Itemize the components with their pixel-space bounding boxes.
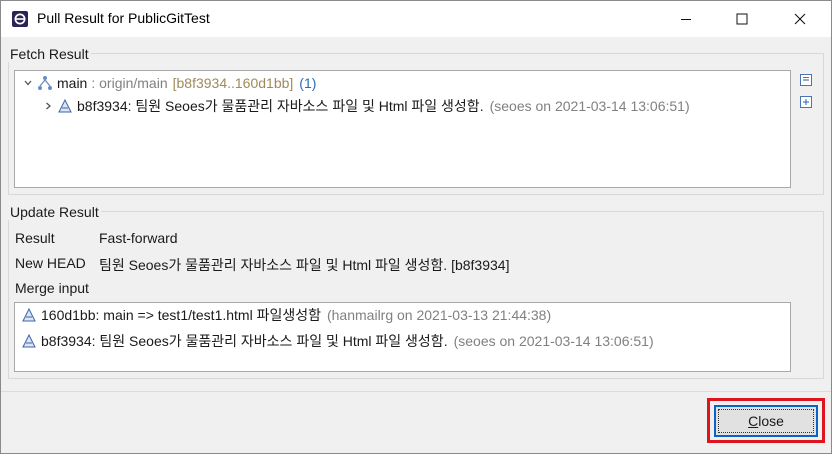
chevron-down-icon[interactable]	[21, 78, 35, 88]
branch-tracking: : origin/main	[91, 75, 168, 91]
list-item[interactable]: b8f3934: 팀원 Seoes가 물품관리 자바소스 파일 및 Html 파…	[19, 330, 654, 352]
pull-result-dialog: Pull Result for PublicGitTest Fetch Resu…	[0, 0, 832, 454]
merge-item-text: 160d1bb: main => test1/test1.html 파일생성함	[41, 307, 321, 323]
merge-input-label: Merge input	[15, 280, 89, 296]
close-label-rest: lose	[758, 413, 784, 429]
window-close-button[interactable]	[777, 1, 823, 37]
tree-commit-row[interactable]: b8f3934: 팀원 Seoes가 물품관리 자바소스 파일 및 Html 파…	[41, 95, 690, 117]
close-mnemonic: C	[748, 413, 759, 429]
close-button[interactable]: Close	[714, 405, 818, 437]
minimize-icon	[681, 19, 691, 20]
branch-name: main	[57, 75, 88, 91]
commit-icon	[21, 333, 37, 349]
result-value: Fast-forward	[99, 230, 178, 246]
tree-branch-row[interactable]: main : origin/main [b8f3934..160d1bb] (1…	[21, 72, 316, 94]
result-label: Result	[15, 230, 55, 246]
branch-range: [b8f3934..160d1bb]	[172, 75, 294, 91]
title-bar: Pull Result for PublicGitTest	[1, 1, 831, 37]
branch-icon	[37, 75, 53, 91]
eclipse-app-icon	[12, 11, 28, 27]
window-title: Pull Result for PublicGitTest	[37, 10, 210, 26]
maximize-button[interactable]	[719, 1, 765, 37]
merge-item-meta: (hanmailrg on 2021-03-13 21:44:38)	[326, 307, 552, 323]
chevron-right-icon[interactable]	[41, 101, 55, 111]
new-head-label: New HEAD	[15, 255, 86, 271]
new-head-value: 팀원 Seoes가 물품관리 자바소스 파일 및 Html 파일 생성함. [b…	[99, 257, 510, 273]
fetch-result-tree[interactable]: main : origin/main [b8f3934..160d1bb] (1…	[14, 70, 791, 188]
commit-text: b8f3934: 팀원 Seoes가 물품관리 자바소스 파일 및 Html 파…	[77, 98, 484, 114]
collapse-all-icon[interactable]	[799, 73, 813, 87]
merge-item-text: b8f3934: 팀원 Seoes가 물품관리 자바소스 파일 및 Html 파…	[41, 333, 448, 349]
commit-icon	[57, 98, 73, 114]
update-result-label: Update Result	[8, 204, 101, 220]
commit-icon	[21, 307, 37, 323]
fetch-result-label: Fetch Result	[8, 46, 91, 62]
minimize-button[interactable]	[663, 1, 709, 37]
tree-toolbar	[799, 73, 815, 117]
commit-meta: (seoes on 2021-03-14 13:06:51)	[489, 98, 690, 114]
maximize-icon	[736, 13, 748, 25]
list-item[interactable]: 160d1bb: main => test1/test1.html 파일생성함 …	[19, 304, 551, 326]
footer-divider	[1, 391, 831, 392]
merge-item-meta: (seoes on 2021-03-14 13:06:51)	[453, 333, 654, 349]
expand-all-icon[interactable]	[799, 95, 813, 109]
merge-input-list[interactable]: 160d1bb: main => test1/test1.html 파일생성함 …	[14, 302, 791, 372]
close-icon	[794, 13, 806, 25]
branch-count: (1)	[299, 75, 317, 91]
